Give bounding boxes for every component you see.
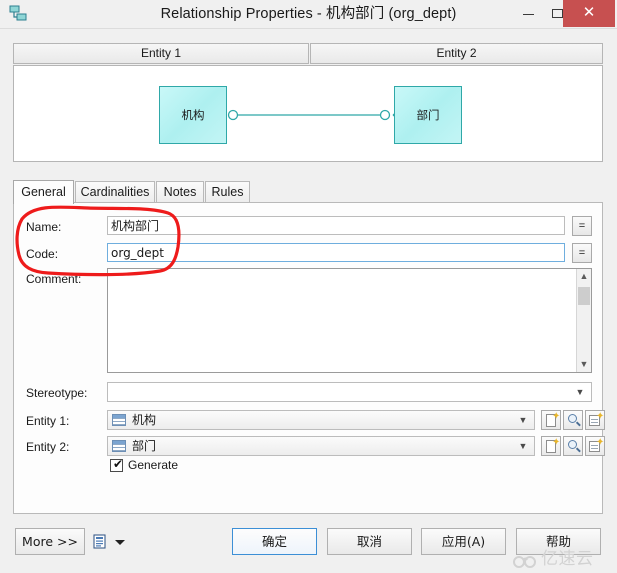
generate-checkbox[interactable]: ✔ <box>110 457 124 472</box>
apply-button[interactable]: 应用(A) <box>421 528 506 555</box>
table-icon <box>112 440 126 452</box>
scroll-up-icon[interactable]: ▲ <box>577 269 591 284</box>
diagram-canvas: 机构 部门 <box>13 65 603 162</box>
entity2-browse-icon[interactable] <box>563 436 583 456</box>
dialog-button-bar: More >> 确定 取消 应用(A) 帮助 <box>0 519 617 573</box>
close-icon: ✕ <box>582 4 596 21</box>
entity1-create-icon[interactable]: ✦ <box>541 410 561 430</box>
entity-preview: Entity 1 Entity 2 机构 部门 <box>13 43 603 163</box>
stereotype-combo[interactable]: ▼ <box>107 382 592 402</box>
cancel-button[interactable]: 取消 <box>327 528 412 555</box>
entity2-value: 部门 <box>132 439 157 453</box>
code-label: Code: <box>26 247 59 261</box>
star-shape: ✦ <box>552 437 561 448</box>
entity-box-2[interactable]: 部门 <box>394 86 462 144</box>
entity2-label: Entity 2: <box>26 440 70 454</box>
star-shape: ✦ <box>596 437 605 448</box>
comment-scrollbar[interactable]: ▲ ▼ <box>576 269 591 372</box>
entity2-properties-icon[interactable]: ✦ <box>585 436 605 456</box>
star-shape: ✦ <box>596 411 605 422</box>
entity-box-1[interactable]: 机构 <box>159 86 227 144</box>
code-input[interactable] <box>107 243 565 262</box>
report-icon[interactable] <box>93 534 108 550</box>
relationship-link <box>227 108 402 122</box>
entity1-label: Entity 1: <box>26 414 70 428</box>
tab-notes[interactable]: Notes <box>156 181 204 203</box>
close-button[interactable]: ✕ <box>563 0 615 27</box>
entity1-value: 机构 <box>132 413 157 427</box>
comment-textarea[interactable]: ▲ ▼ <box>107 268 592 373</box>
scrollbar-thumb[interactable] <box>578 287 590 305</box>
scroll-down-icon[interactable]: ▼ <box>577 357 591 372</box>
relationship-properties-dialog: Relationship Properties - 机构部门 (org_dept… <box>0 0 617 573</box>
tab-rules[interactable]: Rules <box>205 181 250 203</box>
ok-button[interactable]: 确定 <box>232 528 317 555</box>
code-equals-button[interactable]: = <box>572 243 592 263</box>
chevron-down-icon: ▼ <box>518 441 528 451</box>
entity1-combo[interactable]: 机构 ▼ <box>107 410 535 430</box>
maximize-icon <box>552 9 563 18</box>
help-button[interactable]: 帮助 <box>516 528 601 555</box>
stereotype-label: Stereotype: <box>26 386 88 400</box>
more-button[interactable]: More >> <box>15 528 85 555</box>
name-input[interactable] <box>107 216 565 235</box>
star-shape: ✦ <box>552 411 561 422</box>
general-tab-panel: Name: = Code: = Comment: ▲ ▼ Stereotype:… <box>13 202 605 514</box>
minimize-icon <box>523 14 534 15</box>
title-bar: Relationship Properties - 机构部门 (org_dept… <box>0 0 617 29</box>
entity1-header: Entity 1 <box>13 43 309 64</box>
magnifier-handle <box>576 421 581 427</box>
comment-label: Comment: <box>26 272 82 286</box>
tab-strip: General Cardinalities Notes Rules <box>13 180 603 204</box>
magnifier-handle <box>576 447 581 453</box>
chevron-down-icon: ▼ <box>575 387 585 397</box>
entity1-properties-icon[interactable]: ✦ <box>585 410 605 430</box>
tab-cardinalities[interactable]: Cardinalities <box>75 181 155 203</box>
entity1-browse-icon[interactable] <box>563 410 583 430</box>
table-icon <box>112 414 126 426</box>
tab-general[interactable]: General <box>13 180 74 204</box>
generate-label: Generate <box>128 458 179 472</box>
entity2-combo[interactable]: 部门 ▼ <box>107 436 535 456</box>
minimize-button[interactable] <box>513 0 543 27</box>
chevron-down-icon: ▼ <box>518 415 528 425</box>
entity2-header: Entity 2 <box>310 43 603 64</box>
name-label: Name: <box>26 220 62 234</box>
check-icon: ✔ <box>113 457 124 471</box>
report-dropdown-arrow-icon[interactable] <box>115 540 125 545</box>
name-equals-button[interactable]: = <box>572 216 592 236</box>
entity2-create-icon[interactable]: ✦ <box>541 436 561 456</box>
